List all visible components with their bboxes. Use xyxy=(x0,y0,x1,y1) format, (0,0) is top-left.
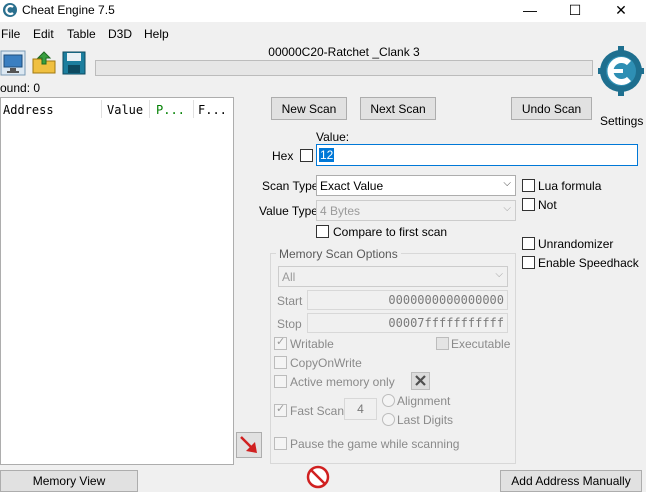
copy-on-write-label: CopyOnWrite xyxy=(290,356,362,370)
column-previous[interactable]: P... xyxy=(156,103,185,117)
column-value[interactable]: Value xyxy=(107,103,143,117)
found-count: ound: 0 xyxy=(0,81,41,95)
active-memory-label: Active memory only xyxy=(290,375,395,389)
pause-game-label: Pause the game while scanning xyxy=(290,437,460,451)
chevron-down-icon: ⌵ xyxy=(495,269,503,280)
maximize-button[interactable]: ☐ xyxy=(560,0,590,22)
process-title: 00000C20-Ratchet _Clank 3 xyxy=(268,45,420,59)
pause-game-checkbox[interactable] xyxy=(274,437,287,450)
start-address-field[interactable]: 0000000000000000 xyxy=(307,290,508,310)
menu-help[interactable]: Help xyxy=(144,27,169,41)
fast-scan-label: Fast Scan xyxy=(290,404,345,418)
next-scan-button[interactable]: Next Scan xyxy=(360,97,436,120)
unrandomizer-checkbox[interactable] xyxy=(522,237,535,250)
add-address-manually-button[interactable]: Add Address Manually xyxy=(500,470,642,492)
stop-label: Stop xyxy=(277,317,302,331)
fast-scan-value-field[interactable]: 4 xyxy=(344,398,377,420)
start-label: Start xyxy=(277,294,303,308)
speedhack-label: Enable Speedhack xyxy=(538,256,639,270)
close-icon[interactable] xyxy=(411,372,430,390)
value-type-value: 4 Bytes xyxy=(320,204,361,218)
column-separator xyxy=(101,100,102,118)
column-separator xyxy=(149,100,150,118)
menu-table[interactable]: Table xyxy=(67,27,96,41)
executable-label: Executable xyxy=(451,337,511,351)
stop-sign-icon[interactable] xyxy=(306,465,330,489)
last-digits-radio[interactable] xyxy=(382,413,395,426)
lua-formula-checkbox[interactable] xyxy=(522,179,535,192)
fast-scan-checkbox[interactable] xyxy=(274,402,287,417)
menu-d3d[interactable]: D3D xyxy=(108,27,132,41)
cheat-engine-logo-icon[interactable] xyxy=(598,45,644,115)
column-separator xyxy=(193,100,194,118)
memory-region-select[interactable]: All ⌵ xyxy=(278,266,508,287)
scan-type-select[interactable]: Exact Value ⌵ xyxy=(316,175,516,196)
save-icon[interactable] xyxy=(61,50,87,76)
copy-on-write-checkbox[interactable] xyxy=(274,356,287,369)
executable-checkbox[interactable] xyxy=(436,337,449,350)
hex-label: Hex xyxy=(272,149,294,163)
last-digits-label: Last Digits xyxy=(397,413,454,427)
memory-scan-options-title: Memory Scan Options xyxy=(276,247,401,261)
scan-type-value: Exact Value xyxy=(320,179,384,193)
speedhack-checkbox[interactable] xyxy=(522,256,535,269)
minimize-button[interactable]: — xyxy=(515,0,545,22)
alignment-label: Alignment xyxy=(397,394,451,408)
undo-scan-button[interactable]: Undo Scan xyxy=(511,97,592,120)
not-checkbox[interactable] xyxy=(522,198,535,211)
compare-first-label: Compare to first scan xyxy=(333,225,448,239)
new-scan-button[interactable]: New Scan xyxy=(271,97,347,120)
close-button[interactable]: ✕ xyxy=(606,0,636,22)
value-input[interactable]: 12 xyxy=(316,144,638,166)
stop-address-field[interactable]: 00007fffffffffff xyxy=(307,313,508,333)
settings-label[interactable]: Settings xyxy=(600,114,643,128)
memory-view-button[interactable]: Memory View xyxy=(0,470,138,492)
chevron-down-icon: ⌵ xyxy=(503,203,511,214)
hex-checkbox[interactable] xyxy=(300,149,313,162)
lua-formula-label: Lua formula xyxy=(538,179,602,193)
memory-region-value: All xyxy=(282,270,296,284)
value-label: Value: xyxy=(316,130,350,144)
column-first[interactable]: F... xyxy=(198,103,227,117)
open-file-icon[interactable] xyxy=(31,50,57,76)
menu-file[interactable]: File xyxy=(1,27,20,41)
compare-first-checkbox[interactable] xyxy=(316,225,329,238)
scan-type-label: Scan Type xyxy=(262,179,319,193)
unrandomizer-label: Unrandomizer xyxy=(538,237,614,251)
menu-edit[interactable]: Edit xyxy=(33,27,54,41)
window-title: Cheat Engine 7.5 xyxy=(22,3,115,17)
cheat-engine-icon xyxy=(3,3,17,17)
value-type-select[interactable]: 4 Bytes ⌵ xyxy=(316,200,516,221)
active-memory-checkbox[interactable] xyxy=(274,375,287,388)
value-input-text: 12 xyxy=(319,148,335,162)
writable-label: Writable xyxy=(290,337,334,351)
column-address[interactable]: Address xyxy=(3,103,54,117)
chevron-down-icon: ⌵ xyxy=(503,178,511,189)
add-to-list-arrow-icon[interactable] xyxy=(236,432,262,458)
results-list[interactable]: Address Value P... F... xyxy=(0,97,234,465)
open-process-icon[interactable] xyxy=(0,50,26,76)
writable-checkbox[interactable] xyxy=(274,335,287,350)
not-label: Not xyxy=(538,198,557,212)
value-type-label: Value Type xyxy=(259,204,318,218)
alignment-radio[interactable] xyxy=(382,394,395,407)
scan-progress-bar xyxy=(95,60,593,76)
